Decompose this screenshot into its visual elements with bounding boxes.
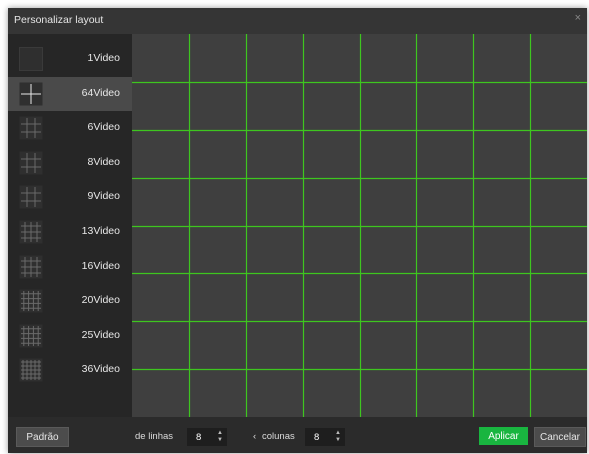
layout-1-icon (19, 47, 43, 71)
footer-bar: Padrão de linhas 8 ▲ ▼ ‹ colunas 8 ▲ ▼ Apl… (8, 417, 587, 453)
sidebar-item-6video[interactable]: 6Video (8, 111, 132, 145)
apply-button[interactable]: Aplicar (479, 427, 528, 445)
layout-6-icon (19, 116, 43, 140)
cols-label: colunas (262, 431, 295, 442)
sidebar-item-13video[interactable]: 13Video (8, 215, 132, 249)
sidebar-item-label: 1Video (87, 52, 120, 64)
sidebar-item-label: 16Video (81, 259, 120, 272)
layout-36-icon (19, 358, 43, 382)
layout-25-icon (19, 324, 43, 348)
layout-13-icon (19, 220, 43, 244)
layout-16-icon (19, 255, 43, 279)
sidebar-item-64video[interactable]: 64Video (8, 76, 132, 111)
layout-4-icon (19, 82, 43, 106)
sidebar-item-16video[interactable]: 16Video (8, 250, 132, 284)
rows-stepper[interactable]: 8 ▲ ▼ (187, 428, 227, 446)
grid-lines (132, 34, 587, 417)
sidebar-item-label: 13Video (81, 225, 120, 237)
sidebar-item-8video[interactable]: 8Video (8, 146, 132, 180)
sidebar-item-label: 25Video (81, 328, 120, 341)
layout-preview-grid[interactable] (132, 34, 587, 417)
title-bar: Personalizar layout × (8, 8, 587, 34)
cols-stepper[interactable]: 8 ▲ ▼ (305, 428, 345, 446)
sidebar-item-25video[interactable]: 25Video (8, 319, 132, 353)
layout-20-icon (19, 289, 43, 313)
sidebar-item-label: 9Video (87, 190, 120, 203)
rows-spin-icon[interactable]: ▲ ▼ (217, 430, 223, 444)
close-icon[interactable]: × (575, 12, 581, 24)
layout-8-icon (19, 151, 43, 175)
sidebar-item-label: 6Video (87, 121, 120, 134)
sidebar-item-label: 36Video (81, 363, 120, 376)
rows-label: de linhas (135, 431, 174, 442)
default-button[interactable]: Padrão (16, 427, 69, 447)
sidebar-item-1video[interactable]: 1Video (8, 42, 132, 76)
cols-spin-icon[interactable]: ▲ ▼ (335, 430, 341, 444)
custom-layout-dialog: Personalizar layout × 1Video 64Video 6Vide… (8, 8, 587, 453)
dialog-title: Personalizar layout (14, 14, 104, 26)
sidebar-item-label: 64Video (81, 86, 120, 99)
cols-prefix: ‹ (253, 431, 257, 442)
sidebar-item-20video[interactable]: 20Video (8, 284, 132, 318)
rows-value: 8 (196, 432, 202, 443)
sidebar-item-9video[interactable]: 9Video (8, 180, 132, 214)
layout-sidebar: 1Video 64Video 6Video 8Video 9Video 13Video 16… (8, 34, 132, 417)
layout-9-icon (19, 185, 43, 209)
cancel-button[interactable]: Cancelar (534, 427, 586, 447)
grid-background (132, 34, 587, 417)
cols-value: 8 (314, 432, 320, 443)
sidebar-item-label: 8Video (87, 155, 120, 168)
sidebar-item-label: 20Video (81, 294, 120, 307)
sidebar-item-36video[interactable]: 36Video (8, 353, 132, 387)
